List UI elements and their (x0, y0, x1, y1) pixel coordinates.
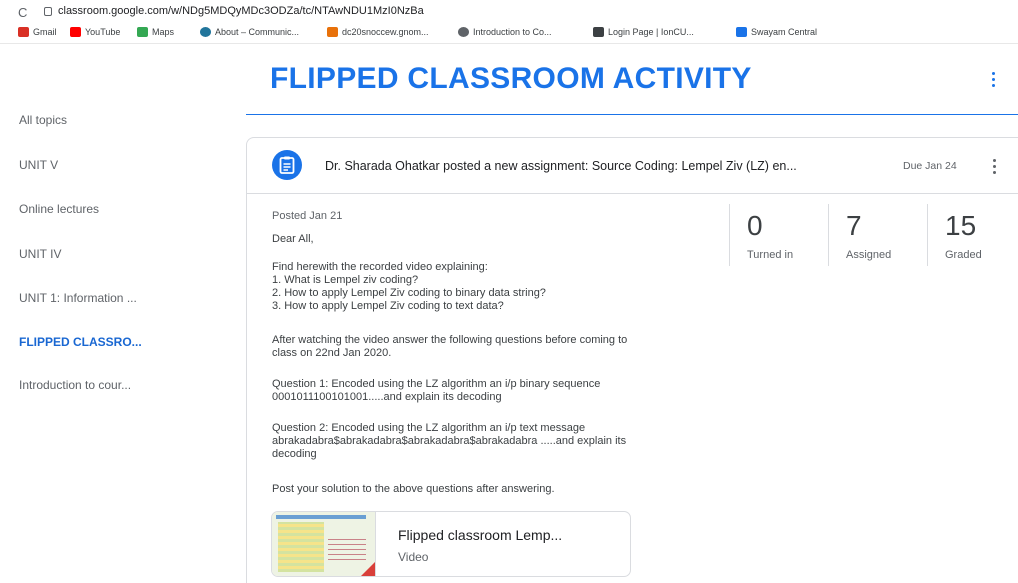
due-date: Due Jan 24 (903, 160, 957, 172)
globe-icon (458, 27, 469, 37)
submission-stats: 0 Turned in 7 Assigned 15 Graded (729, 204, 1018, 266)
video-thumbnail (272, 512, 376, 576)
bookmark-login[interactable]: Login Page | IonCU... (593, 27, 694, 37)
url-text[interactable]: classroom.google.com/w/NDg5MDQyMDc3ODZa/… (58, 5, 424, 17)
assignment-icon (272, 150, 302, 180)
sidebar-item-unit-1[interactable]: UNIT 1: Information ... (19, 291, 137, 305)
graduation-icon (593, 27, 604, 37)
assignment-card: Dr. Sharada Ohatkar posted a new assignm… (246, 137, 1018, 583)
topic-title: FLIPPED CLASSROOM ACTIVITY (270, 62, 752, 95)
bookmark-maps[interactable]: Maps (137, 27, 174, 37)
assignment-question-1: Question 1: Encoded using the LZ algorit… (272, 378, 601, 403)
address-bar[interactable]: C classroom.google.com/w/NDg5MDQyMDc3ODZ… (0, 0, 1018, 24)
browser-chrome: C classroom.google.com/w/NDg5MDQyMDc3ODZ… (0, 0, 1018, 44)
bookmarks-bar: Gmail YouTube Maps About – Communic... d… (0, 24, 1018, 44)
lock-icon (44, 7, 52, 16)
reload-icon[interactable]: C (18, 5, 27, 20)
sidebar-item-unit-v[interactable]: UNIT V (19, 158, 58, 172)
sidebar-item-flipped-classroom[interactable]: FLIPPED CLASSRO... (19, 335, 142, 349)
posted-date: Posted Jan 21 (272, 210, 343, 222)
assignment-footer: Post your solution to the above question… (272, 483, 555, 495)
sidebar-item-online-lectures[interactable]: Online lectures (19, 202, 99, 216)
gnomio-icon (327, 27, 338, 37)
topics-sidebar: All topics UNIT V Online lectures UNIT I… (0, 44, 240, 583)
sidebar-item-unit-iv[interactable]: UNIT IV (19, 247, 61, 261)
swayam-icon (736, 27, 747, 37)
youtube-icon (70, 27, 81, 37)
stat-graded[interactable]: 15 Graded (927, 204, 1018, 266)
gmail-icon (18, 27, 29, 37)
assignment-question-2: Question 2: Encoded using the LZ algorit… (272, 422, 627, 460)
attachment-type: Video (398, 550, 429, 564)
assignment-header[interactable]: Dr. Sharada Ohatkar posted a new assignm… (247, 138, 1018, 194)
assignment-more-icon[interactable] (993, 159, 996, 177)
topic-more-icon[interactable] (992, 72, 996, 90)
bookmark-gnomio[interactable]: dc20snoccew.gnom... (327, 27, 429, 37)
maps-icon (137, 27, 148, 37)
stat-turned-in[interactable]: 0 Turned in (729, 204, 829, 266)
bookmark-about[interactable]: About – Communic... (200, 27, 299, 37)
attachment-title: Flipped classroom Lemp... (398, 527, 563, 543)
video-attachment[interactable]: Flipped classroom Lemp... Video (271, 511, 631, 577)
assignment-title: Dr. Sharada Ohatkar posted a new assignm… (325, 159, 797, 173)
assignment-greeting: Dear All, (272, 233, 314, 245)
bookmark-gmail[interactable]: Gmail (18, 27, 57, 37)
stat-assigned[interactable]: 7 Assigned (828, 204, 928, 266)
bookmark-youtube[interactable]: YouTube (70, 27, 120, 37)
wordpress-icon (200, 27, 211, 37)
bookmark-swayam[interactable]: Swayam Central (736, 27, 817, 37)
bookmark-introduction[interactable]: Introduction to Co... (458, 27, 552, 37)
assignment-instructions: After watching the video answer the foll… (272, 334, 628, 359)
sidebar-item-introduction[interactable]: Introduction to cour... (19, 378, 131, 392)
title-divider (246, 114, 1018, 115)
sidebar-item-all-topics[interactable]: All topics (19, 113, 67, 127)
assignment-intro: Find herewith the recorded video explain… (272, 261, 546, 312)
